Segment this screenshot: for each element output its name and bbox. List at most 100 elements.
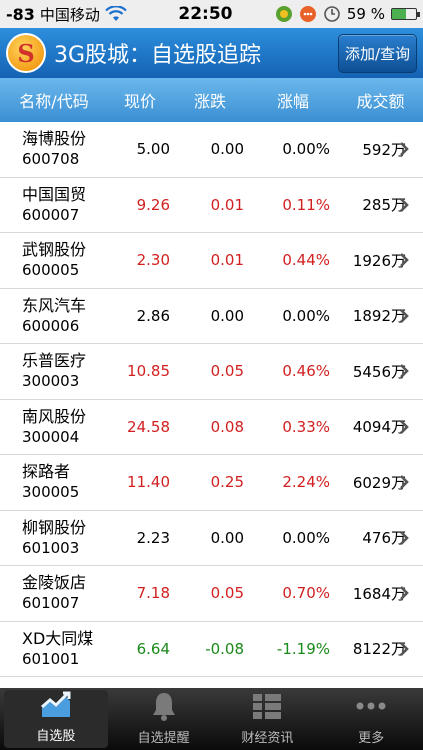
stock-change-percent: 0.00%: [282, 306, 330, 325]
stock-change-percent: 0.11%: [282, 195, 330, 214]
stock-name-cell: 东风汽车 600006: [0, 295, 108, 337]
stock-name: 柳钢股份: [22, 517, 87, 537]
stock-change: 0.01: [210, 195, 244, 214]
stock-row[interactable]: 中国国贸 600007 9.26 0.01 0.11% 285万: [0, 177, 423, 233]
column-header-volume[interactable]: 成交额: [338, 88, 423, 112]
stock-name-cell: 探路者 300005: [0, 461, 108, 503]
stock-price: 2.86: [136, 306, 170, 325]
stock-name-cell: 金陵饭店 601007: [0, 572, 108, 614]
stock-change: 0.25: [210, 473, 244, 492]
tab-bar: 自选股 自选提醒 财经资讯 更多: [0, 688, 423, 750]
stock-name: 金陵饭店: [22, 573, 87, 593]
stock-change-percent: -1.19%: [276, 639, 330, 658]
title-bar: S 3G股城：自选股追踪 添加/查询: [0, 28, 423, 78]
column-header-percent[interactable]: 涨幅: [248, 88, 338, 112]
stock-row[interactable]: 海博股份 600708 5.00 0.00 0.00% 592万: [0, 122, 423, 178]
stock-name: 乐普医疗: [22, 351, 87, 371]
stock-row[interactable]: 探路者 300005 11.40 0.25 2.24% 6029万: [0, 455, 423, 511]
chevron-right-icon: [400, 586, 409, 600]
tab-label: 自选股: [36, 729, 76, 744]
stock-name: 南风股份: [22, 406, 87, 426]
column-header-change[interactable]: 涨跌: [172, 88, 248, 112]
chevron-right-icon: [400, 142, 409, 156]
stock-name-cell: 柳钢股份 601003: [0, 517, 108, 559]
stock-change-percent: 0.46%: [282, 362, 330, 381]
stock-name: 武钢股份: [22, 240, 87, 260]
stock-volume: 1684万: [352, 584, 406, 603]
stock-price: 9.26: [136, 195, 170, 214]
stock-volume: 1892万: [352, 307, 406, 326]
stock-code: 601003: [22, 538, 80, 557]
stock-name: XD大同煤: [22, 628, 94, 648]
stock-price: 2.30: [136, 251, 170, 270]
chevron-right-icon: [400, 641, 409, 656]
stock-volume: 4094万: [352, 418, 406, 437]
stock-change: 0.05: [210, 362, 244, 381]
stock-price: 6.64: [136, 639, 170, 658]
stock-price: 7.18: [136, 584, 170, 603]
stock-change-percent: 0.70%: [282, 584, 330, 603]
tab-label: 更多: [358, 731, 385, 746]
stock-name: 中国国贸: [22, 184, 87, 204]
chevron-right-icon: [400, 475, 409, 489]
stock-code: 300004: [22, 427, 80, 446]
stock-change: 0.05: [210, 584, 244, 603]
stock-volume: 592万: [362, 140, 406, 159]
stock-code: 600708: [22, 150, 80, 169]
stock-name-cell: 乐普医疗 300003: [0, 350, 108, 392]
table-header: 名称/代码 现价 涨跌 涨幅 成交额: [0, 78, 423, 122]
app-logo: S: [6, 33, 46, 73]
stock-code: 300005: [22, 483, 80, 502]
tab-news[interactable]: 财经资讯: [216, 688, 320, 750]
stock-price: 5.00: [136, 140, 170, 159]
stock-row[interactable]: XD大同煤 601001 6.64 -0.08 -1.19% 8122万: [0, 621, 423, 677]
chevron-right-icon: [400, 530, 409, 545]
stock-change-percent: 0.44%: [282, 251, 330, 270]
stock-list: 海博股份 600708 5.00 0.00 0.00% 592万 中国国贸 600007 9.2…: [0, 122, 423, 677]
chevron-right-icon: [400, 253, 409, 267]
stock-volume: 476万: [362, 529, 406, 548]
stock-code: 600007: [22, 205, 80, 224]
stock-volume: 6029万: [352, 473, 406, 492]
stock-name: 探路者: [22, 462, 71, 482]
battery-icon: [391, 8, 420, 20]
more-dots-icon: [354, 691, 388, 721]
stock-name-cell: 中国国贸 600007: [0, 184, 108, 226]
stock-change-percent: 0.00%: [282, 140, 330, 159]
stock-row[interactable]: 柳钢股份 601003 2.23 0.00 0.00% 476万: [0, 510, 423, 566]
stock-change-percent: 0.00%: [282, 528, 330, 547]
stock-change: 0.08: [210, 417, 244, 436]
tab-more[interactable]: 更多: [319, 688, 423, 750]
tab-watchlist[interactable]: 自选股: [4, 690, 108, 748]
status-time: 22:50: [178, 4, 233, 24]
add-search-button[interactable]: 添加/查询: [337, 33, 417, 73]
stock-row[interactable]: 东风汽车 600006 2.86 0.00 0.00% 1892万: [0, 288, 423, 344]
stock-row[interactable]: 南风股份 300004 24.58 0.08 0.33% 4094万: [0, 399, 423, 455]
battery-percent: 59 %: [346, 5, 385, 23]
stock-change-percent: 2.24%: [282, 473, 330, 492]
stock-code: 601007: [22, 594, 80, 613]
tab-label: 自选提醒: [137, 731, 190, 746]
stock-change-percent: 0.33%: [282, 417, 330, 436]
page-title: 3G股城：自选股追踪: [54, 43, 262, 68]
stock-name-cell: 南风股份 300004: [0, 406, 108, 448]
stock-row[interactable]: 武钢股份 600005 2.30 0.01 0.44% 1926万: [0, 233, 423, 289]
chat-notification-icon: [299, 6, 316, 22]
app-notification-icon: [275, 6, 292, 22]
signal-strength: -83: [6, 4, 35, 24]
stock-price: 2.23: [136, 528, 170, 547]
carrier-name: 中国移动: [39, 5, 100, 24]
stock-row[interactable]: 金陵饭店 601007 7.18 0.05 0.70% 1684万: [0, 566, 423, 622]
stock-change: -0.08: [205, 639, 244, 658]
stock-code: 600005: [22, 261, 80, 280]
wifi-icon: [105, 6, 127, 21]
stock-name: 东风汽车: [22, 295, 87, 315]
stock-code: 600006: [22, 316, 80, 335]
stock-row[interactable]: 乐普医疗 300003 10.85 0.05 0.46% 5456万: [0, 344, 423, 400]
chevron-right-icon: [400, 364, 409, 378]
column-header-price[interactable]: 现价: [108, 88, 172, 112]
stock-volume: 5456万: [352, 362, 406, 381]
column-header-name[interactable]: 名称/代码: [0, 88, 108, 112]
tab-alerts[interactable]: 自选提醒: [112, 688, 216, 750]
stock-change: 0.01: [210, 251, 244, 270]
